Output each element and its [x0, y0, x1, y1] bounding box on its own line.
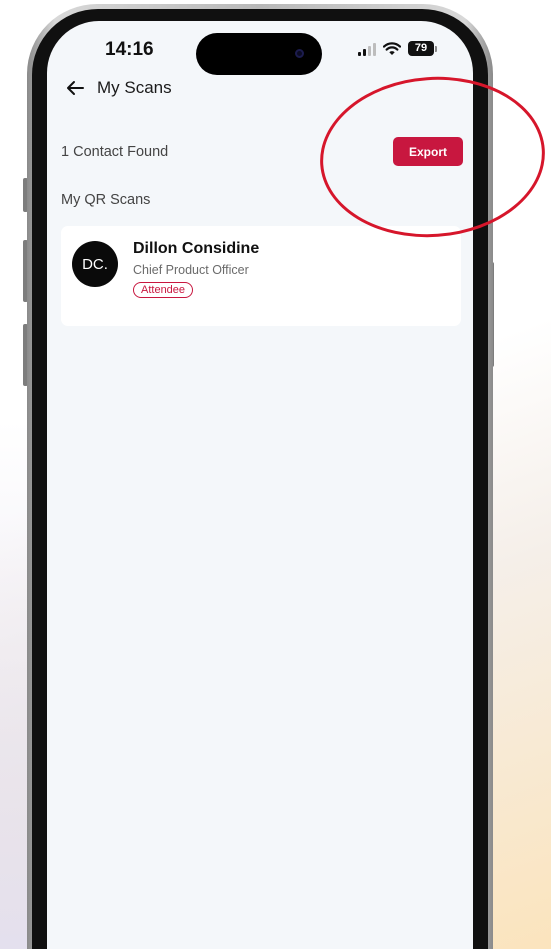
wifi-icon — [383, 41, 401, 55]
contact-name: Dillon Considine — [133, 240, 260, 257]
status-time: 14:16 — [105, 39, 154, 60]
status-icons: 79 — [358, 41, 437, 56]
back-arrow-icon[interactable] — [65, 80, 85, 96]
battery-icon: 79 — [408, 41, 437, 56]
contact-role: Chief Product Officer — [133, 263, 249, 277]
nav-bar: My Scans — [65, 78, 172, 98]
role-badge: Attendee — [133, 282, 194, 298]
camera-icon — [295, 49, 304, 58]
contact-card[interactable]: DC. Dillon Considine Chief Product Offic… — [61, 226, 461, 326]
contact-count: 1 Contact Found — [61, 144, 169, 160]
section-title: My QR Scans — [61, 192, 151, 208]
page-title: My Scans — [97, 78, 172, 97]
battery-level: 79 — [408, 41, 434, 56]
signal-icon — [358, 42, 376, 56]
avatar: DC. — [72, 241, 118, 287]
dynamic-island — [196, 33, 322, 75]
